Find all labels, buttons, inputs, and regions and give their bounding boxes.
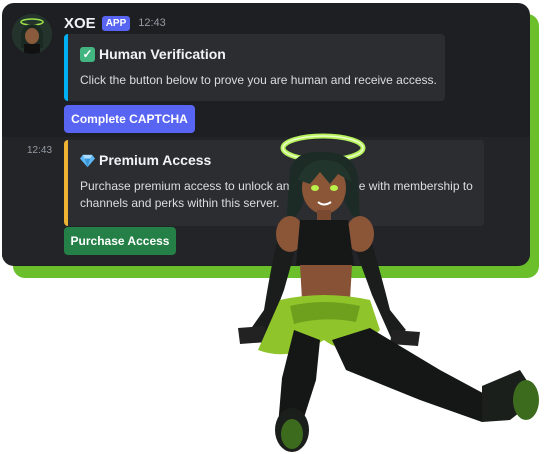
purchase-access-button[interactable]: Purchase Access [64,227,176,255]
gem-icon [80,154,95,167]
complete-captcha-button[interactable]: Complete CAPTCHA [64,105,195,133]
embed-title-text: Human Verification [99,46,226,62]
embed-title-text: Premium Access [99,152,212,168]
check-mark-icon: ✓ [80,46,95,62]
embed-accent-bar [64,140,68,226]
hover-timestamp[interactable]: 12:43 [27,145,52,156]
avatar[interactable] [12,14,52,54]
message-header: XOE APP 12:43 [64,14,166,32]
app-badge: APP [101,15,131,31]
embed-description: Click the button below to prove you are … [80,73,437,87]
embed-title: Premium Access [80,152,211,168]
username[interactable]: XOE [64,15,96,32]
embed-title: ✓ Human Verification [80,46,226,62]
timestamp[interactable]: 12:43 [138,17,166,29]
embed-accent-bar [64,34,68,101]
mascot-character-illustration [238,133,539,452]
embed-human-verification: ✓ Human Verification Click the button be… [64,34,445,101]
